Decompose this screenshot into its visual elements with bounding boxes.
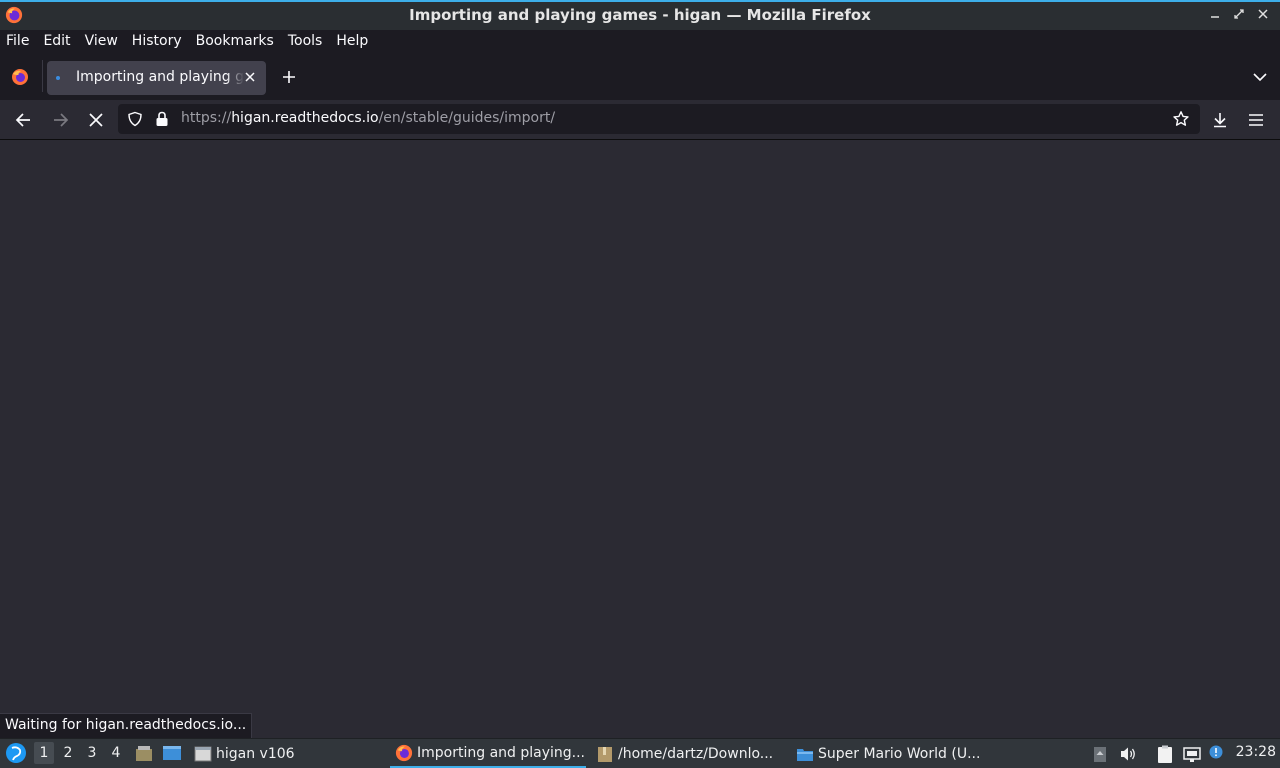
back-icon[interactable] (14, 110, 34, 130)
menu-help[interactable]: Help (336, 33, 368, 49)
task-higan[interactable]: higan v106 (194, 739, 384, 768)
clock[interactable]: 23:28 (1236, 744, 1276, 760)
lock-icon[interactable] (155, 111, 169, 127)
window-titlebar[interactable]: Importing and playing games - higan — Mo… (0, 0, 1280, 30)
firefox-icon (395, 744, 413, 761)
taskbar: 1 2 3 4 higan v106 Importing and playing… (0, 738, 1280, 768)
nav-bar: https://higan.readthedocs.io/en/stable/g… (0, 100, 1280, 140)
firefox-view-icon[interactable] (10, 67, 30, 87)
file-manager-icon[interactable] (134, 743, 154, 763)
url-host: higan.readthedocs.io (231, 110, 379, 126)
tray-expander-icon[interactable] (1090, 744, 1110, 764)
tab-bar: Importing and playing games - higan (0, 52, 1280, 100)
url-prefix: https:// (181, 110, 232, 126)
download-icon[interactable] (1210, 110, 1230, 130)
workspace-1[interactable]: 1 (34, 742, 54, 764)
page-content[interactable] (0, 141, 1280, 738)
volume-icon[interactable] (1118, 744, 1138, 764)
tab-title: Importing and playing games - higan (76, 69, 244, 85)
window-icon (194, 746, 212, 761)
hamburger-menu-icon[interactable] (1246, 110, 1266, 130)
menu-bar: File Edit View History Bookmarks Tools H… (0, 30, 1280, 52)
menu-bookmarks[interactable]: Bookmarks (196, 33, 274, 49)
loading-icon (56, 76, 60, 80)
close-tab-icon[interactable] (242, 69, 258, 85)
new-tab-icon[interactable] (280, 68, 298, 86)
minimize-icon[interactable] (1206, 5, 1224, 23)
task-label: higan v106 (216, 745, 295, 762)
tab-separator (42, 60, 43, 92)
network-icon[interactable] (1182, 744, 1202, 764)
close-window-icon[interactable] (1254, 5, 1272, 23)
menu-tools[interactable]: Tools (288, 33, 323, 49)
menu-file[interactable]: File (6, 33, 29, 49)
window-title: Importing and playing games - higan — Mo… (409, 6, 871, 24)
clipboard-icon[interactable] (1155, 744, 1175, 764)
restore-icon[interactable] (1230, 5, 1248, 23)
bookmark-star-icon[interactable] (1172, 110, 1190, 128)
url-path: /en/stable/guides/import/ (378, 110, 556, 126)
workspace-2[interactable]: 2 (58, 742, 78, 764)
url-text[interactable]: https://higan.readthedocs.io/en/stable/g… (181, 110, 555, 126)
forward-icon[interactable] (50, 110, 70, 130)
task-label: Super Mario World (U... (818, 745, 981, 762)
application-launcher-icon[interactable] (5, 742, 27, 764)
url-bar[interactable]: https://higan.readthedocs.io/en/stable/g… (118, 104, 1200, 134)
menu-view[interactable]: View (85, 33, 118, 49)
menu-edit[interactable]: Edit (43, 33, 70, 49)
workspace-3[interactable]: 3 (82, 742, 102, 764)
stop-icon[interactable] (86, 110, 106, 130)
task-archive[interactable]: /home/dartz/Downlo... (596, 739, 786, 768)
task-firefox[interactable]: Importing and playing... (390, 739, 586, 768)
tab-active[interactable]: Importing and playing games - higan (47, 61, 266, 95)
tracking-protection-shield-icon[interactable] (127, 111, 143, 127)
chevron-down-icon[interactable] (1252, 70, 1268, 84)
show-desktop-icon[interactable] (162, 743, 182, 763)
task-folder[interactable]: Super Mario World (U... (796, 739, 986, 768)
task-label: /home/dartz/Downlo... (618, 745, 774, 762)
menu-history[interactable]: History (132, 33, 182, 49)
notification-icon[interactable] (1206, 744, 1226, 764)
task-label: Importing and playing... (417, 744, 585, 761)
status-panel: Waiting for higan.readthedocs.io... (0, 713, 253, 738)
archive-icon (598, 746, 612, 762)
folder-icon (797, 748, 813, 761)
workspace-4[interactable]: 4 (106, 742, 126, 764)
